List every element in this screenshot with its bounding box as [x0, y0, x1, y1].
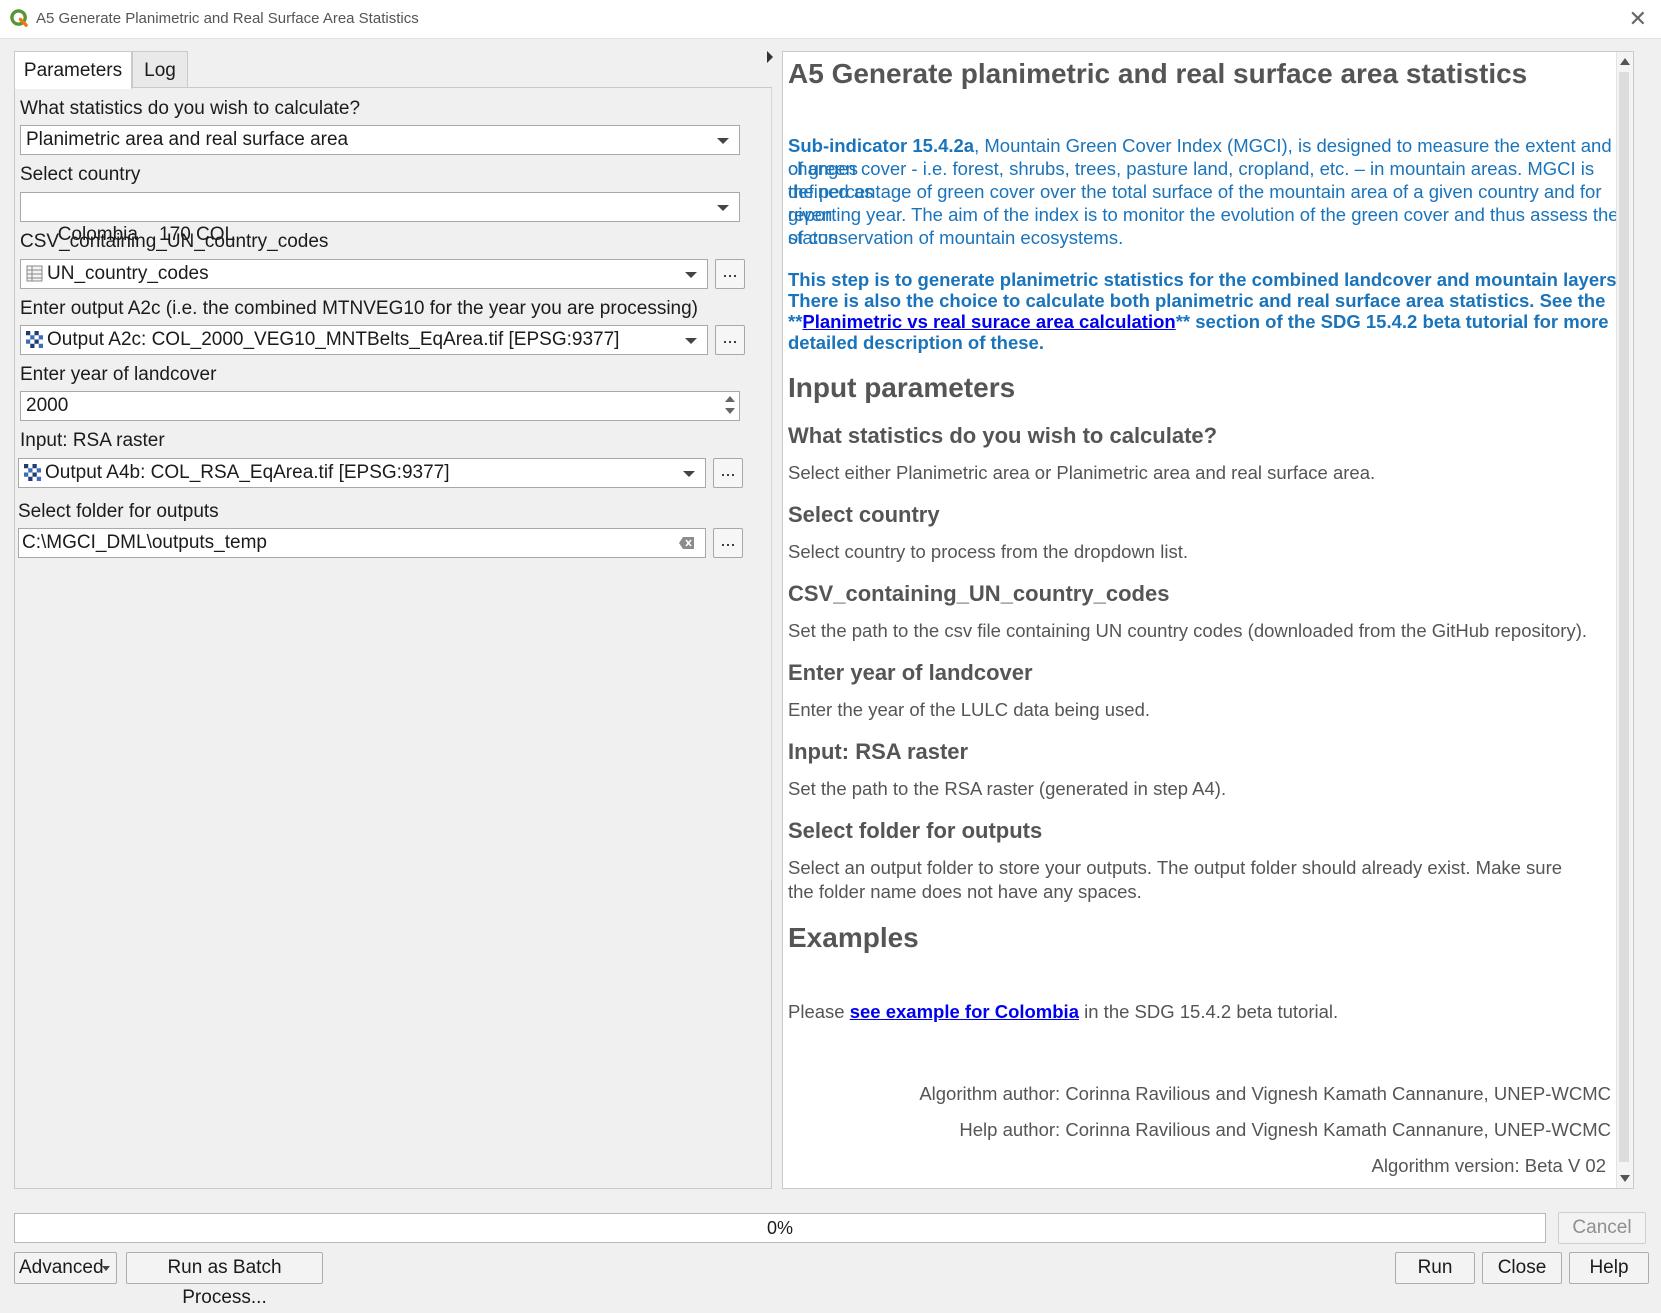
- tab-parameters[interactable]: Parameters: [14, 51, 132, 89]
- folder-input[interactable]: C:\MGCI_DML\outputs_temp: [18, 528, 706, 558]
- csv-browse-button[interactable]: ...: [715, 259, 745, 289]
- run-button[interactable]: Run: [1395, 1252, 1475, 1284]
- chevron-down-icon: [685, 338, 697, 344]
- year-value: 2000: [26, 395, 69, 416]
- csv-label: CSV_containing_UN_country_codes: [20, 231, 329, 252]
- stats-label: What statistics do you wish to calculate…: [20, 98, 361, 119]
- help-a5: Set the path to the RSA raster (generate…: [788, 778, 1227, 799]
- progress-bar: 0%: [14, 1213, 1546, 1243]
- advanced-button[interactable]: Advanced: [14, 1252, 117, 1284]
- dropdown-arrow-icon: [102, 1266, 110, 1271]
- year-spinbox[interactable]: 2000: [20, 391, 740, 421]
- help-q1: What statistics do you wish to calculate…: [788, 423, 1218, 448]
- progress-text: 0%: [766, 1218, 793, 1238]
- folder-value: C:\MGCI_DML\outputs_temp: [22, 532, 267, 553]
- a2c-label: Enter output A2c (i.e. the combined MTNV…: [20, 298, 699, 319]
- scrollbar-thumb[interactable]: [1619, 72, 1629, 1162]
- a2c-browse-button[interactable]: ...: [715, 325, 745, 355]
- stats-combobox[interactable]: Planimetric area and real surface area: [20, 125, 740, 155]
- clear-text-icon[interactable]: [679, 537, 695, 549]
- help-button[interactable]: Help: [1569, 1252, 1649, 1284]
- help-a6-line-2: the folder name does not have any spaces…: [788, 881, 1142, 902]
- parameters-scroll-area: What statistics do you wish to calculate…: [15, 88, 772, 880]
- folder-browse-button[interactable]: ...: [713, 528, 743, 558]
- rsa-label: Input: RSA raster: [20, 430, 165, 451]
- raster-layer-icon: [26, 331, 43, 349]
- rsa-layer-combobox[interactable]: Output A4b: COL_RSA_EqArea.tif [EPSG:937…: [18, 458, 706, 488]
- help-a2: Select country to process from the dropd…: [788, 541, 1188, 562]
- help-a4: Enter the year of the LULC data being us…: [788, 699, 1151, 720]
- help-title: A5 Generate planimetric and real surface…: [788, 58, 1528, 89]
- close-window-icon[interactable]: ✕: [1629, 6, 1647, 32]
- spin-arrows-icon[interactable]: [723, 394, 737, 418]
- planimetric-vs-real-link[interactable]: Planimetric vs real surace area calculat…: [802, 311, 1175, 332]
- qgis-logo-icon: [10, 9, 28, 27]
- help-example-line: Please see example for Colombia in the S…: [788, 1001, 1339, 1022]
- help-scrollbar[interactable]: [1616, 52, 1633, 1188]
- country-combobox[interactable]: Colombia 170 COL: [20, 192, 740, 245]
- help-a6-line-1: Select an output folder to store your ou…: [788, 857, 1563, 878]
- year-label: Enter year of landcover: [20, 364, 217, 385]
- csv-layer-combobox[interactable]: UN_country_codes: [20, 259, 708, 289]
- raster-layer-icon: [24, 464, 41, 482]
- chevron-down-icon: [717, 205, 729, 211]
- help-q3: CSV_containing_UN_country_codes: [788, 581, 1170, 606]
- chevron-down-icon: [683, 471, 695, 477]
- rsa-browse-button[interactable]: ...: [713, 458, 743, 488]
- help-q5: Input: RSA raster: [788, 739, 969, 764]
- help-step-line-3: **Planimetric vs real surace area calcul…: [788, 311, 1609, 332]
- table-layer-icon: [26, 265, 43, 282]
- scroll-up-icon[interactable]: [1620, 58, 1630, 65]
- close-button[interactable]: Close: [1482, 1252, 1562, 1284]
- algorithm-author: Algorithm author: Corinna Ravilious and …: [919, 1083, 1611, 1104]
- run-batch-button[interactable]: Run as Batch Process...: [126, 1252, 323, 1308]
- help-step-line-1: This step is to generate planimetric sta…: [788, 269, 1622, 290]
- help-a1: Select either Planimetric area or Planim…: [788, 462, 1376, 483]
- help-step-line-4: detailed description of these.: [788, 332, 1044, 353]
- chevron-down-icon: [717, 138, 729, 144]
- algorithm-version: Algorithm version: Beta V 02: [1371, 1155, 1606, 1176]
- collapse-help-arrow-icon[interactable]: [767, 51, 773, 63]
- help-q4: Enter year of landcover: [788, 660, 1033, 685]
- help-sub-line-5: of conservation of mountain ecosystems.: [788, 227, 1124, 248]
- help-input-parameters-heading: Input parameters: [788, 372, 1016, 403]
- advanced-label: Advanced: [19, 1257, 104, 1278]
- help-a3: Set the path to the csv file containing …: [788, 620, 1587, 641]
- help-q2: Select country: [788, 502, 940, 527]
- help-examples-heading: Examples: [788, 922, 919, 953]
- colombia-example-link[interactable]: see example for Colombia: [850, 1001, 1079, 1022]
- help-step-line-2: There is also the choice to calculate bo…: [788, 290, 1606, 311]
- help-q6: Select folder for outputs: [788, 818, 1043, 843]
- title-bar: A5 Generate Planimetric and Real Surface…: [0, 0, 1661, 39]
- cancel-button[interactable]: Cancel: [1558, 1212, 1646, 1244]
- help-panel: A5 Generate planimetric and real surface…: [782, 51, 1634, 1189]
- tab-log[interactable]: Log: [132, 51, 188, 88]
- rsa-value: Output A4b: COL_RSA_EqArea.tif [EPSG:937…: [45, 462, 450, 483]
- chevron-down-icon: [685, 272, 697, 278]
- help-author: Help author: Corinna Ravilious and Vigne…: [959, 1119, 1611, 1140]
- a2c-layer-combobox[interactable]: Output A2c: COL_2000_VEG10_MNTBelts_EqAr…: [20, 325, 708, 355]
- window-title: A5 Generate Planimetric and Real Surface…: [36, 10, 419, 27]
- scroll-down-icon[interactable]: [1620, 1175, 1630, 1182]
- stats-value: Planimetric area and real surface area: [26, 129, 349, 150]
- csv-value: UN_country_codes: [47, 263, 209, 284]
- a2c-value: Output A2c: COL_2000_VEG10_MNTBelts_EqAr…: [47, 329, 620, 350]
- country-label: Select country: [20, 164, 141, 185]
- parameters-panel: What statistics do you wish to calculate…: [14, 87, 772, 1189]
- folder-label: Select folder for outputs: [18, 501, 219, 522]
